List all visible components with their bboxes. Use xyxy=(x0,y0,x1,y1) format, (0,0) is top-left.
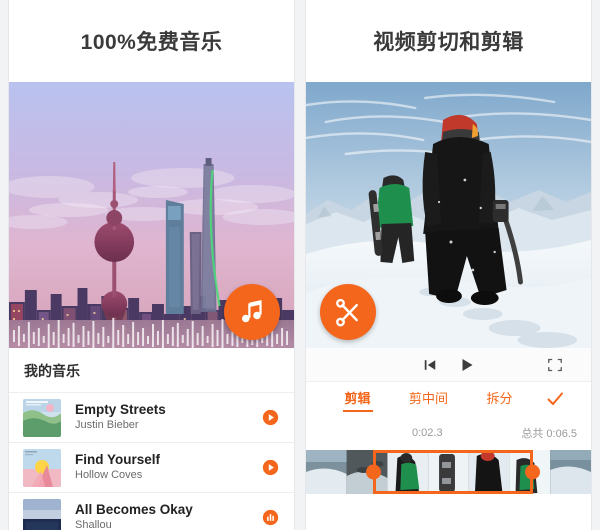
right-screen-panel: 视频剪切和剪辑 剪辑 剪中间 拆分 0:02.3 总共 0:06.5 xyxy=(305,0,592,530)
track-meta: All Becomes Okay Shallou xyxy=(75,502,260,530)
play-circle-icon xyxy=(262,409,278,426)
scissors-icon xyxy=(336,298,358,327)
music-note-icon xyxy=(242,300,262,323)
play-button[interactable] xyxy=(459,357,475,373)
tab-split[interactable]: 拆分 xyxy=(464,384,535,414)
track-title: Empty Streets xyxy=(75,402,166,417)
track-artist: Shallou xyxy=(75,519,112,530)
track-title: Find Yourself xyxy=(75,452,161,467)
snowboarders-image xyxy=(306,82,591,348)
edit-mode-tabs: 剪辑 剪中间 拆分 xyxy=(306,382,591,416)
list-item[interactable]: All Becomes Okay Shallou xyxy=(9,492,294,530)
page-title: 100%免费音乐 xyxy=(9,0,294,82)
play-circle-icon xyxy=(262,459,278,476)
track-meta: Find Yourself Hollow Coves xyxy=(75,452,260,483)
my-music-section: 我的音乐 Empty Streets Justin Bieber Find Yo… xyxy=(9,348,294,530)
confirm-button[interactable] xyxy=(535,389,575,409)
timeline-spacer xyxy=(306,494,591,530)
album-art-find-yourself xyxy=(23,448,61,487)
checkmark-icon xyxy=(547,392,563,405)
now-playing-button[interactable] xyxy=(260,509,280,526)
music-fab-button[interactable] xyxy=(224,284,280,340)
album-art-empty-streets xyxy=(23,398,61,437)
fullscreen-crop-icon xyxy=(548,358,562,371)
trim-handle-left[interactable] xyxy=(366,464,381,480)
tab-cut-middle[interactable]: 剪中间 xyxy=(393,384,464,414)
album-art-all-becomes-okay xyxy=(23,498,61,530)
tab-trim[interactable]: 剪辑 xyxy=(322,384,393,414)
track-artist: Hollow Coves xyxy=(75,469,143,481)
trim-selection[interactable] xyxy=(366,450,540,494)
app-store-screenshot-pair: 100%免费音乐 我的音乐 Empty Streets Justin Biebe… xyxy=(0,0,600,530)
transport-buttons xyxy=(423,357,475,373)
total-duration: 总共 0:06.5 xyxy=(521,428,577,440)
cut-fab-button[interactable] xyxy=(320,284,376,340)
track-artist: Justin Bieber xyxy=(75,419,139,431)
skyline-image xyxy=(9,82,294,348)
list-item[interactable]: Empty Streets Justin Bieber xyxy=(9,392,294,442)
play-button[interactable] xyxy=(260,409,280,426)
play-icon xyxy=(462,358,472,371)
track-title: All Becomes Okay xyxy=(75,502,193,517)
trim-handle-right[interactable] xyxy=(525,464,540,480)
my-music-heading: 我的音乐 xyxy=(24,363,80,379)
transport-controls xyxy=(306,348,591,382)
list-item[interactable]: Find Yourself Hollow Coves xyxy=(9,442,294,492)
video-timeline[interactable] xyxy=(306,450,591,494)
current-time: 0:02.3 xyxy=(412,427,443,439)
page-title: 视频剪切和剪辑 xyxy=(306,0,591,82)
left-screen-panel: 100%免费音乐 我的音乐 Empty Streets Justin Biebe… xyxy=(8,0,295,530)
fullscreen-button[interactable] xyxy=(547,357,563,373)
play-button[interactable] xyxy=(260,459,280,476)
track-meta: Empty Streets Justin Bieber xyxy=(75,402,260,433)
skip-to-start-button[interactable] xyxy=(423,358,437,372)
skip-to-start-icon xyxy=(424,359,435,370)
timecode-row: 0:02.3 总共 0:06.5 xyxy=(306,416,591,450)
equalizer-circle-icon xyxy=(262,509,278,526)
